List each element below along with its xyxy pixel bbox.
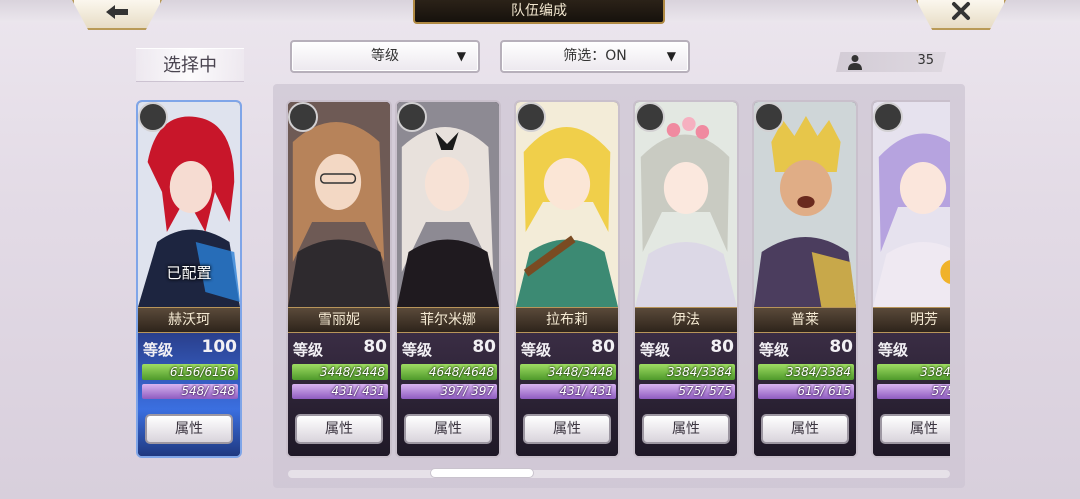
- level-value: 100: [201, 337, 238, 357]
- armor-class-icon: [397, 102, 427, 132]
- level-row: 等级 80: [293, 337, 389, 361]
- dropdown-arrow-icon: ▼: [666, 49, 676, 63]
- character-name: 赫沃珂: [138, 307, 240, 333]
- mp-bar: 397/ 397: [401, 384, 497, 399]
- level-row: 等级 80: [759, 337, 855, 361]
- horizontal-scrollbar-track[interactable]: [288, 470, 950, 478]
- level-value: 80: [472, 337, 496, 357]
- stats-panel: 等级 8 3384/33 575/ 5 属性: [873, 333, 950, 456]
- stats-panel: 等级 80 3448/3448 431/ 431 属性: [288, 333, 390, 456]
- selected-character-card[interactable]: 已配置 赫沃珂 等级 100 6156/6156 548/ 548 属性: [136, 100, 242, 458]
- attributes-button[interactable]: 属性: [880, 414, 950, 444]
- mp-bar: 431/ 431: [520, 384, 616, 399]
- character-card[interactable]: 伊法 等级 80 3384/3384 575/ 575 属性: [633, 100, 739, 458]
- mp-bar: 575/ 575: [639, 384, 735, 399]
- character-name: 普莱: [754, 307, 856, 333]
- character-name: 伊法: [635, 307, 737, 333]
- level-row: 等级 100: [143, 337, 239, 361]
- hp-bar: 6156/6156: [142, 364, 238, 380]
- attributes-button[interactable]: 属性: [761, 414, 849, 444]
- level-label: 等级: [521, 341, 552, 359]
- mp-bar: 431/ 431: [292, 384, 388, 399]
- armor-class-icon: [635, 102, 665, 132]
- character-portrait: [288, 102, 390, 307]
- back-arrow-icon: [104, 2, 130, 27]
- character-card[interactable]: 菲尔米娜 等级 80 4648/4648 397/ 397 属性: [395, 100, 501, 458]
- stats-panel: 等级 80 3384/3384 575/ 575 属性: [635, 333, 737, 456]
- close-x-icon: [951, 1, 971, 27]
- stats-panel: 等级 80 4648/4648 397/ 397 属性: [397, 333, 499, 456]
- level-label: 等级: [143, 341, 174, 359]
- character-name: 拉布莉: [516, 307, 618, 333]
- stats-panel: 等级 100 6156/6156 548/ 548 属性: [138, 333, 240, 456]
- attributes-button[interactable]: 属性: [145, 414, 233, 444]
- filter-dropdown[interactable]: 筛选：ON ▼: [500, 40, 690, 73]
- level-value: 80: [710, 337, 734, 357]
- character-portrait: [516, 102, 618, 307]
- attributes-button[interactable]: 属性: [404, 414, 492, 444]
- hp-bar: 4648/4648: [401, 364, 497, 380]
- sort-dropdown-value: 等级: [371, 48, 399, 64]
- stats-panel: 等级 80 3384/3384 615/ 615 属性: [754, 333, 856, 456]
- character-card[interactable]: 拉布莉 等级 80 3448/3448 431/ 431 属性: [514, 100, 620, 458]
- character-card[interactable]: 明芳 等级 8 3384/33 575/ 5 属性: [871, 100, 950, 458]
- back-button[interactable]: [72, 0, 162, 30]
- horizontal-scrollbar-thumb[interactable]: [430, 468, 534, 478]
- mp-bar: 548/ 548: [142, 384, 238, 399]
- character-portrait: [397, 102, 499, 307]
- attributes-button[interactable]: 属性: [295, 414, 383, 444]
- character-card[interactable]: 雪丽妮 等级 80 3448/3448 431/ 431 属性: [286, 100, 392, 458]
- character-card[interactable]: 普莱 等级 80 3384/3384 615/ 615 属性: [752, 100, 858, 458]
- character-portrait: [754, 102, 856, 307]
- hp-bar: 3448/3448: [292, 364, 388, 380]
- sort-dropdown[interactable]: 等级 ▼: [290, 40, 480, 73]
- armor-class-icon: [754, 102, 784, 132]
- roster-scroll-area[interactable]: 雪丽妮 等级 80 3448/3448 431/ 431 属性 菲尔米娜 等级 …: [282, 90, 950, 470]
- level-value: 80: [363, 337, 387, 357]
- member-count-box: 35: [836, 52, 946, 72]
- dropdown-arrow-icon: ▼: [456, 49, 466, 63]
- mp-bar: 575/ 5: [877, 384, 950, 399]
- member-count: 35: [917, 53, 934, 68]
- hp-bar: 3384/33: [877, 364, 950, 380]
- level-row: 等级 80: [640, 337, 736, 361]
- assigned-status: 已配置: [166, 264, 212, 282]
- level-value: 80: [829, 337, 853, 357]
- level-row: 等级 80: [521, 337, 617, 361]
- character-portrait: [873, 102, 950, 307]
- hp-bar: 3384/3384: [639, 364, 735, 380]
- filter-dropdown-value: 筛选：ON: [563, 48, 627, 64]
- selecting-label: 选择中: [136, 48, 244, 82]
- character-portrait: [635, 102, 737, 307]
- level-label: 等级: [878, 341, 909, 359]
- armor-class-icon: [873, 102, 903, 132]
- level-row: 等级 80: [402, 337, 498, 361]
- level-value: 80: [591, 337, 615, 357]
- level-label: 等级: [293, 341, 324, 359]
- level-label: 等级: [640, 341, 671, 359]
- armor-class-icon: [288, 102, 318, 132]
- character-name: 菲尔米娜: [397, 307, 499, 333]
- character-name: 明芳: [873, 307, 950, 333]
- hp-bar: 3384/3384: [758, 364, 854, 380]
- armor-class-icon: [138, 102, 168, 132]
- stats-panel: 等级 80 3448/3448 431/ 431 属性: [516, 333, 618, 456]
- character-name: 雪丽妮: [288, 307, 390, 333]
- level-label: 等级: [759, 341, 790, 359]
- attributes-button[interactable]: 属性: [523, 414, 611, 444]
- attributes-button[interactable]: 属性: [642, 414, 730, 444]
- close-button[interactable]: [916, 0, 1006, 30]
- hp-bar: 3448/3448: [520, 364, 616, 380]
- level-label: 等级: [402, 341, 433, 359]
- level-row: 等级 8: [878, 337, 950, 361]
- user-icon: [848, 54, 862, 70]
- armor-class-icon: [516, 102, 546, 132]
- mp-bar: 615/ 615: [758, 384, 854, 399]
- page-title: 队伍编成: [413, 0, 665, 24]
